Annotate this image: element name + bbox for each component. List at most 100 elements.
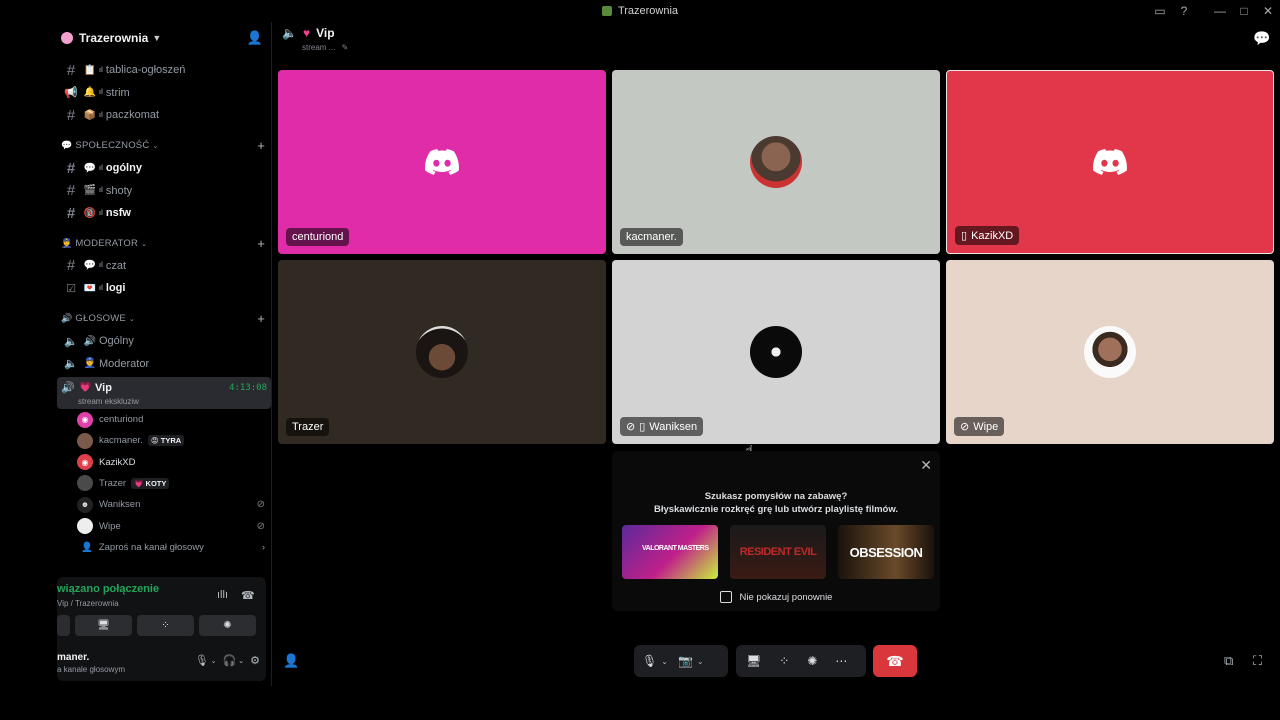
- video-tile[interactable]: ▯ KazikXD: [946, 70, 1274, 254]
- video-tile[interactable]: Trazer: [278, 260, 606, 444]
- dont-show-again[interactable]: Nie pokazuj ponownie: [612, 591, 940, 603]
- channel-czat[interactable]: # 💬 ıl czat: [57, 255, 271, 278]
- member-name: Waniksen: [99, 499, 141, 511]
- more-options-icon[interactable]: ⋯: [835, 654, 847, 668]
- video-tile[interactable]: ⊘ ▯ Waniksen: [612, 260, 940, 444]
- microphone-icon[interactable]: 🎙: [195, 654, 209, 667]
- add-channel-icon[interactable]: +: [257, 311, 265, 326]
- tag-emoji: 😡: [150, 436, 159, 446]
- close-window-button[interactable]: ✕: [1256, 4, 1280, 18]
- header-status[interactable]: stream ... ✎: [302, 43, 348, 52]
- video-tile[interactable]: kacmaner.: [612, 70, 940, 254]
- channel-nsfw[interactable]: # 🔞 ıl nsfw: [57, 202, 271, 225]
- chevron-down-icon: ⌄: [141, 240, 148, 248]
- dont-show-checkbox[interactable]: [719, 591, 732, 603]
- user-avatar: [1084, 326, 1136, 378]
- minimize-button[interactable]: —: [1208, 4, 1232, 18]
- channel-label: logi: [105, 282, 126, 295]
- microphone-icon[interactable]: 🎙: [642, 654, 657, 668]
- speaker-icon: 🔈: [64, 335, 78, 348]
- screen-share-icon[interactable]: 🖥: [746, 654, 761, 668]
- activities-icon[interactable]: ⁘: [779, 654, 789, 668]
- chevron-down-icon[interactable]: ⌄: [661, 657, 668, 666]
- user-panel: maner. a kanale głosowym 🎙 ⌄ 🎧 ⌄ ⚙: [57, 647, 266, 677]
- soundboard-button[interactable]: ✺: [199, 615, 256, 636]
- settings-gear-icon[interactable]: ⚙: [250, 654, 260, 667]
- voice-member[interactable]: ◉ centuriond: [57, 409, 271, 430]
- channel-emoji: 🔔: [83, 87, 97, 99]
- channel-tablica[interactable]: # 📋 ıl tablica-ogłoszeń: [57, 59, 271, 82]
- category-community[interactable]: 💬 SPOŁECZNOŚĆ ⌄ +: [57, 135, 271, 157]
- video-tile[interactable]: centuriond: [278, 70, 606, 254]
- category-voice[interactable]: 🔊 GŁOSOWE ⌄ +: [57, 308, 271, 330]
- channel-ogolny[interactable]: # 💬 ıl ogólny: [57, 157, 271, 180]
- window-title-text: Trazerownia: [617, 5, 679, 17]
- invite-to-voice[interactable]: 👤 Zaproś na kanał głosowy ›: [57, 537, 271, 559]
- add-channel-icon[interactable]: +: [257, 138, 265, 153]
- voice-channel-vip-active[interactable]: 🔊 💗 Vip 4:13:08 stream ekskluziw: [57, 376, 271, 409]
- avatar: ◉: [77, 454, 93, 471]
- headphones-icon[interactable]: 🎧: [223, 654, 237, 667]
- avatar: ☻: [77, 496, 93, 513]
- camera-button[interactable]: [57, 615, 70, 636]
- close-icon[interactable]: ✕: [920, 457, 932, 474]
- discord-logo-icon: [1093, 149, 1127, 175]
- chevron-down-icon[interactable]: ⌄: [238, 657, 244, 667]
- channel-emoji: 💬: [83, 260, 97, 272]
- help-icon[interactable]: ?: [1172, 4, 1196, 18]
- activities-button[interactable]: ⁘: [137, 615, 194, 636]
- voice-channel-ogolny[interactable]: 🔈 🔊 Ogólny: [57, 330, 271, 353]
- channel-prefix-icon: ıl: [99, 164, 103, 172]
- noise-suppression-icon[interactable]: ıllı: [217, 589, 228, 601]
- popout-icon[interactable]: ⧉: [1224, 653, 1233, 669]
- tile-name-label: centuriond: [286, 228, 350, 246]
- voice-member[interactable]: ◉ KazikXD: [57, 452, 271, 473]
- soundboard-icon[interactable]: ✺: [807, 654, 817, 668]
- invite-members-icon[interactable]: 👤: [247, 30, 263, 46]
- voice-member[interactable]: Wipe ⊘: [57, 515, 271, 536]
- add-channel-icon[interactable]: +: [257, 236, 265, 251]
- user-avatar: [750, 326, 802, 378]
- tile-name: Trazer: [292, 421, 324, 433]
- category-label: SPOŁECZNOŚĆ: [75, 140, 150, 152]
- maximize-button[interactable]: □: [1232, 4, 1256, 18]
- activity-card-obsession[interactable]: OBSESSION: [838, 525, 934, 579]
- voice-member[interactable]: kacmaner. 😡 TYRA: [57, 430, 271, 451]
- channel-emoji: 💬: [83, 162, 97, 174]
- voice-member[interactable]: Trazer 💗 KOTY: [57, 473, 271, 494]
- chevron-down-icon[interactable]: ⌄: [697, 657, 704, 666]
- voice-channel-moderator[interactable]: 🔈 👮 Moderator: [57, 352, 271, 375]
- chevron-down-icon: ⌄: [128, 315, 135, 323]
- channel-label: Ogólny: [99, 335, 134, 348]
- activity-card-valorant[interactable]: VALORANT MASTERS: [622, 525, 718, 579]
- user-name: maner.: [57, 652, 90, 663]
- deafened-icon: ⊘: [256, 520, 265, 532]
- voice-member[interactable]: ☻ Waniksen ⊘: [57, 494, 271, 515]
- mobile-icon: ▯: [961, 230, 968, 242]
- category-emoji: 🔊: [61, 313, 73, 324]
- camera-off-icon[interactable]: 📷: [678, 654, 693, 668]
- chat-bubble-icon[interactable]: 💬: [1253, 30, 1270, 47]
- video-tile[interactable]: ⊘ Wipe: [946, 260, 1274, 444]
- inbox-icon[interactable]: ▭: [1148, 4, 1172, 18]
- disconnect-call-button[interactable]: ☎: [873, 645, 917, 677]
- category-moderator[interactable]: 👮 MODERATOR ⌄ +: [57, 233, 271, 255]
- add-user-icon[interactable]: 👤: [283, 653, 299, 669]
- hash-icon: #: [66, 61, 76, 79]
- fullscreen-icon[interactable]: ⛶: [1253, 653, 1262, 669]
- channel-label: tablica-ogłoszeń: [105, 64, 186, 77]
- channel-label: ogólny: [105, 162, 142, 175]
- channel-logi[interactable]: ☑ 💌 ıl logi: [57, 277, 271, 300]
- server-header[interactable]: Trazerownia ▼ 👤: [57, 22, 271, 54]
- channel-paczkomat[interactable]: # 📦 ıl paczkomat: [57, 104, 271, 127]
- chevron-down-icon[interactable]: ⌄: [211, 657, 217, 667]
- channel-label: czat: [105, 259, 127, 272]
- activity-card-resident-evil[interactable]: RESIDENT EVIL: [730, 525, 826, 579]
- screen-share-button[interactable]: 🖥: [75, 615, 132, 636]
- channel-shoty[interactable]: # 🎬 ıl shoty: [57, 179, 271, 202]
- deafened-icon: ⊘: [626, 421, 636, 433]
- hash-icon: #: [66, 106, 76, 124]
- channel-strim[interactable]: 📢 🔔 ıl strim: [57, 82, 271, 105]
- edit-pencil-icon[interactable]: ✎: [342, 43, 349, 52]
- disconnect-icon[interactable]: ☎: [241, 589, 255, 602]
